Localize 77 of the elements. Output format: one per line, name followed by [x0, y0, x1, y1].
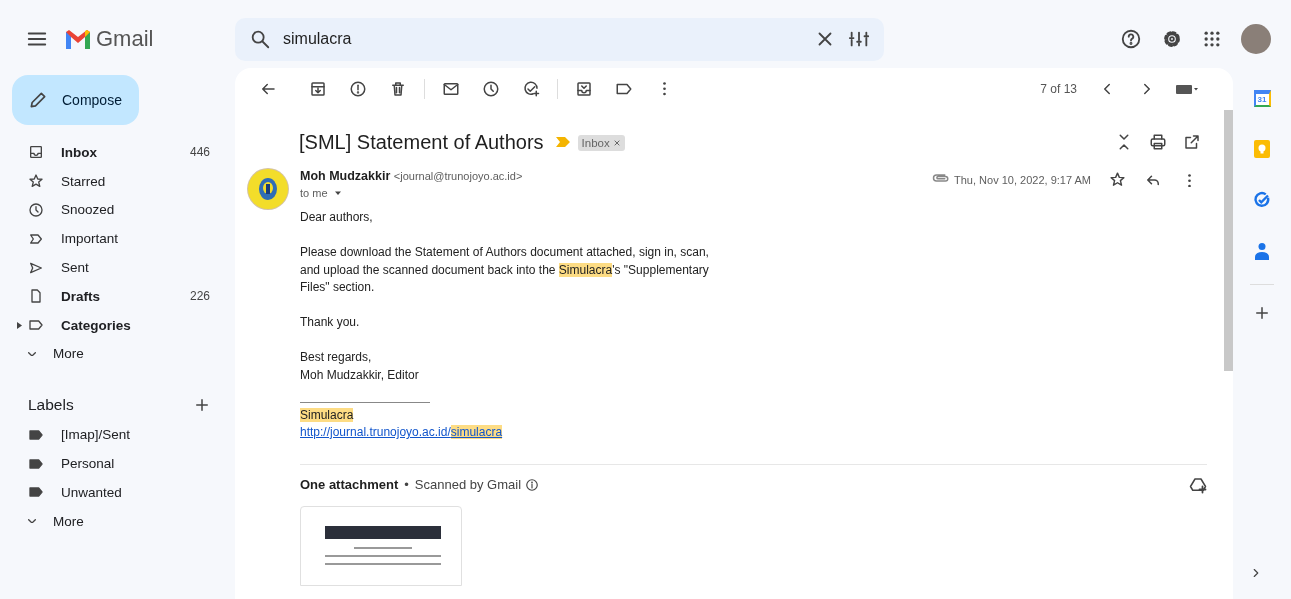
inbox-tag: Inbox — [577, 135, 625, 151]
nav-item[interactable]: Sent — [0, 253, 235, 282]
more-icon — [662, 82, 666, 96]
body-text: Best regards, — [300, 349, 373, 366]
app-name: Gmail — [96, 26, 154, 52]
settings-icon — [1161, 28, 1183, 50]
unread-count: 446 — [189, 145, 210, 160]
separator-dot: • — [404, 477, 409, 492]
nav-item[interactable]: Categories — [0, 310, 235, 340]
nav-item[interactable]: Drafts 226 — [0, 282, 235, 311]
search-icon — [249, 28, 271, 50]
star-icon — [28, 173, 44, 190]
recipient-dropdown[interactable]: to me — [300, 187, 344, 199]
body-text: Thank you. — [300, 314, 361, 331]
print-icon — [1149, 133, 1167, 151]
document-icon — [28, 288, 44, 305]
message-date: Thu, Nov 10, 2022, 9:17 AM — [954, 174, 1091, 187]
person-icon — [1254, 242, 1270, 260]
check-circle-icon — [1253, 191, 1271, 209]
inbox-icon — [28, 144, 44, 161]
body-text: Simulacra — [300, 406, 355, 424]
archive-icon — [309, 80, 327, 98]
add-task-icon — [522, 80, 540, 98]
help-icon — [1120, 28, 1142, 50]
labels-heading: Labels — [28, 396, 74, 415]
remove-tag-icon[interactable] — [612, 139, 621, 147]
nav-item[interactable]: Unwanted — [0, 477, 235, 507]
save-to-drive-icon — [1189, 475, 1207, 494]
nav-item[interactable]: Starred — [0, 166, 235, 196]
important-marker-icon[interactable] — [555, 137, 570, 147]
nav-item[interactable]: [Imap]/Sent — [0, 420, 235, 450]
new-window-icon — [1183, 133, 1201, 151]
avatar[interactable] — [1241, 24, 1271, 54]
scrollbar[interactable] — [1224, 110, 1233, 371]
pencil-icon — [28, 90, 48, 110]
gmail-logo-icon — [64, 28, 92, 50]
sender-name: Moh Mudzakkir — [300, 169, 391, 183]
attachment-count: One attachment — [300, 477, 399, 492]
body-text: Dear authors, — [300, 209, 374, 226]
move-icon — [575, 80, 593, 98]
search-field[interactable]: simulacra — [235, 17, 884, 61]
clock-icon — [28, 202, 44, 218]
delete-icon — [389, 80, 407, 98]
scan-note: Scanned by Gmail — [414, 477, 522, 492]
sender-email: <journal@trunojoyo.ac.id> — [393, 170, 523, 182]
expand-arrow-icon[interactable] — [17, 321, 22, 329]
apps-button[interactable] — [1202, 29, 1222, 49]
calendar-button[interactable]: 31 — [1244, 80, 1280, 116]
chevron-down-icon — [28, 518, 36, 524]
save-to-drive-button[interactable] — [1189, 475, 1207, 494]
nav-item[interactable]: Snoozed — [0, 195, 235, 225]
document-thumbnail[interactable] — [300, 505, 462, 586]
nav-item[interactable]: Important — [0, 224, 235, 254]
body-text: Moh Mudzakkir, Editor — [300, 366, 420, 384]
settings-button[interactable] — [1161, 28, 1183, 50]
chevron-down-icon — [28, 351, 36, 357]
lightbulb-icon — [1254, 140, 1270, 158]
nav-item[interactable]: More — [0, 506, 235, 536]
unread-count: 226 — [189, 289, 210, 304]
nav-item[interactable]: More — [0, 339, 235, 369]
apps-icon — [1202, 29, 1222, 49]
more-options-icon — [1187, 173, 1191, 187]
pager-text: 7 of 13 — [1040, 82, 1077, 96]
email-subject: [SML] Statement of Authors — [299, 130, 544, 154]
nav-item[interactable]: Personal — [0, 449, 235, 478]
nav-item[interactable]: Inbox 446 — [0, 138, 235, 167]
snooze-icon — [482, 80, 500, 98]
mark-unread-icon — [442, 80, 460, 98]
help-button[interactable] — [1120, 28, 1142, 50]
journal-link[interactable]: http://journal.trunojoyo.ac.id/simulacra — [300, 425, 503, 439]
body-text: Please download the Statement of Authors document attached, sign in, scan, and upload the scanned document back into the Simulacra's "Supplementary Files" section. — [300, 244, 710, 296]
compose-button[interactable]: Compose — [12, 75, 139, 125]
star-icon — [1108, 170, 1126, 188]
add-addon-icon — [1253, 304, 1271, 322]
report-spam-icon — [349, 80, 367, 98]
info-icon — [524, 477, 539, 492]
sender-logo — [248, 169, 288, 209]
